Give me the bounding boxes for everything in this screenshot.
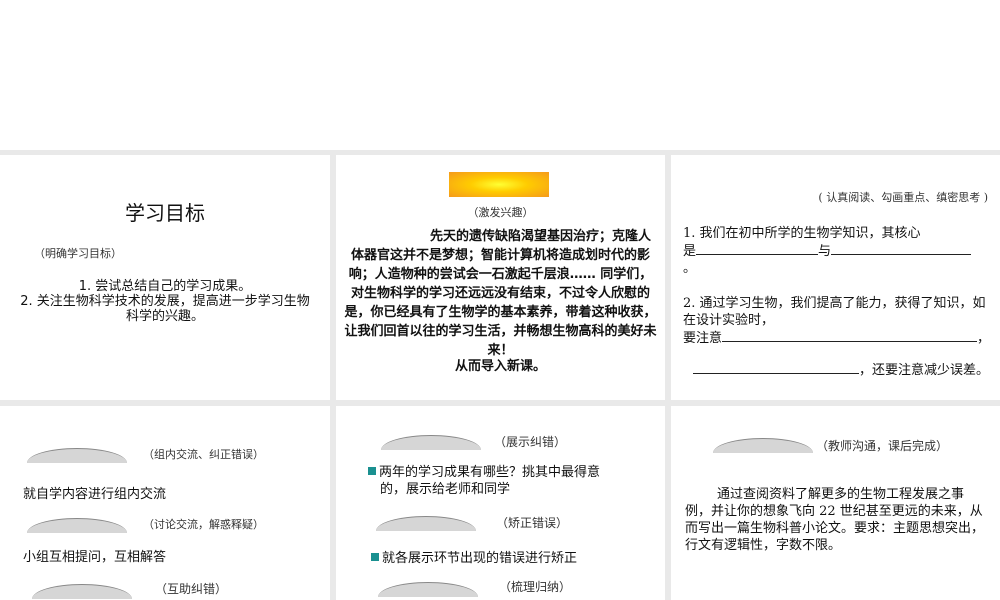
answer-blank[interactable] [722,329,978,342]
slide-group-exchange[interactable]: （组内交流、纠正错误） 就自学内容进行组内交流 （讨论交流，解惑释疑） 小组互相… [0,406,330,600]
slide-body: 先天的遗传缺陷渴望基因治疗；克隆人体器官这并不是梦想；智能计算机将造成划时代的影… [344,229,657,358]
slide-showcase[interactable]: （展示纠错） 两年的学习成果有哪些？挑其中最得意的，展示给老师和同学 （矫正错误… [336,406,665,600]
slide-note: ( 认真阅读、勾画重点、缜密思考 ) [818,191,988,204]
blank-header-area [0,0,1000,150]
arc-shape [27,518,127,533]
answer-blank[interactable] [693,361,859,374]
bullet-text: 两年的学习成果有哪些？挑其中最得意的，展示给老师和同学 [379,465,601,497]
bullet-icon [371,553,379,561]
slide-body: 通过查阅资料了解更多的生物工程发展之事例，并让你的想象飞向 22 世纪甚至更远的… [685,487,985,553]
step-text: 小组互相提问，互相解答 [23,550,167,565]
slide-review-questions[interactable]: ( 认真阅读、勾画重点、缜密思考 ) 1. 我们在初中所学的生物学知识，其核心 … [671,155,1000,400]
answer-blank[interactable] [831,242,972,255]
slide-motivation[interactable]: （激发兴趣） 先天的遗传缺陷渴望基因治疗；克隆人体器官这并不是梦想；智能计算机将… [336,155,665,400]
question-text: 要注意 [683,331,723,346]
question-text: 1. 我们在初中所学的生物学知识，其核心 [683,226,921,241]
question-2: 2. 通过学习生物，我们提高了能力，获得了知识，如在设计实验时， 要注意 ， ，还… [683,295,995,379]
question-text: 。 [683,261,697,276]
slide-title: 学习目标 [125,201,205,225]
question-text: 与 [818,244,832,259]
arc-shape [381,435,481,450]
bullet-item: 两年的学习成果有哪些？挑其中最得意的，展示给老师和同学 [368,464,620,498]
question-text: ， [977,331,991,346]
bullet-text: 就各展示环节出现的错误进行矫正 [382,551,578,566]
slide-note: （激发兴趣） [467,206,534,219]
bullet-item: 就各展示环节出现的错误进行矫正 [371,547,577,566]
bullet-icon [368,467,376,475]
arc-shape [376,516,476,531]
goal-item: 2. 关注生物科学技术的发展，提高进一步学习生物科学的兴趣。 [20,294,310,324]
arc-shape [32,584,132,599]
answer-blank[interactable] [696,242,819,255]
banner-shape [449,172,549,197]
arc-shape [27,448,127,463]
question-text: 是 [683,244,697,259]
slide-note: （组内交流、纠正错误） [143,448,264,461]
step-text: 就自学内容进行组内交流 [23,487,167,502]
goal-item: 1. 尝试总结自己的学习成果。 [78,279,252,294]
slide-note: （明确学习目标） [34,247,122,260]
slide-note: （讨论交流，解惑释疑） [143,518,264,531]
slide-note: （矫正错误） [496,516,569,530]
slide-closing: 从而导入新课。 [454,359,546,374]
slide-homework[interactable]: （教师沟通，课后完成） 通过查阅资料了解更多的生物工程发展之事例，并让你的想象飞… [671,406,1000,600]
question-1: 1. 我们在初中所学的生物学知识，其核心 是 与 。 [683,225,993,277]
question-text: 2. 通过学习生物，我们提高了能力，获得了知识，如在设计实验时， [683,296,986,328]
question-text: ，还要注意减少误差。 [859,363,990,378]
slide-note: （梳理归纳） [499,580,572,594]
goal-list: 1. 尝试总结自己的学习成果。 2. 关注生物科学技术的发展，提高进一步学习生物… [20,279,310,324]
slide-note: （教师沟通，课后完成） [816,439,949,453]
slide-note: （互助纠错） [155,582,228,596]
arc-shape [378,582,478,597]
slide-learning-goals[interactable]: 学习目标 （明确学习目标） 1. 尝试总结自己的学习成果。 2. 关注生物科学技… [0,155,330,400]
arc-shape [713,438,813,453]
slide-note: （展示纠错） [494,435,567,449]
